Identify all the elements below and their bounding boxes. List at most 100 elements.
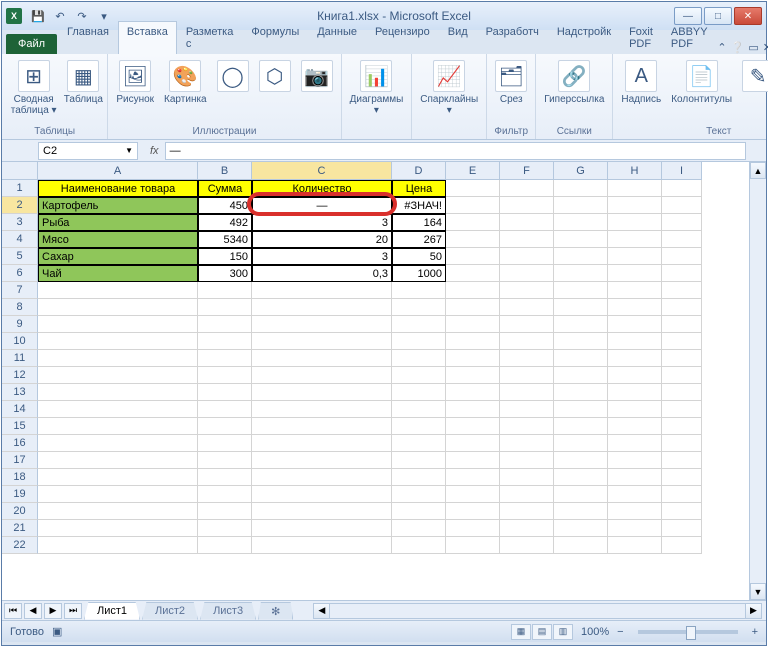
cell[interactable] <box>608 231 662 248</box>
cell[interactable] <box>608 469 662 486</box>
ribbon-tab[interactable]: Формулы <box>242 21 308 54</box>
row-header[interactable]: 17 <box>2 452 38 469</box>
cell[interactable] <box>38 486 198 503</box>
cell[interactable] <box>38 503 198 520</box>
normal-view-icon[interactable]: ▦ <box>511 624 531 640</box>
cell[interactable] <box>500 180 554 197</box>
cell[interactable] <box>662 248 702 265</box>
cell[interactable] <box>608 401 662 418</box>
ribbon-button[interactable]: AНадпись <box>619 58 663 107</box>
cell[interactable] <box>500 435 554 452</box>
cell[interactable] <box>662 299 702 316</box>
cell[interactable] <box>252 435 392 452</box>
cell[interactable] <box>446 367 500 384</box>
row-header[interactable]: 2 <box>2 197 38 214</box>
cell[interactable]: 5340 <box>198 231 252 248</box>
cell[interactable] <box>252 367 392 384</box>
ribbon-tab[interactable]: Данные <box>308 21 366 54</box>
column-header[interactable]: G <box>554 162 608 180</box>
cell[interactable] <box>446 537 500 554</box>
cell[interactable] <box>198 503 252 520</box>
cell[interactable]: — <box>252 197 392 214</box>
cell[interactable] <box>554 401 608 418</box>
cell[interactable] <box>554 418 608 435</box>
ribbon-button[interactable]: 📊Диаграммы ▾ <box>348 58 406 118</box>
cell[interactable] <box>608 282 662 299</box>
cell[interactable] <box>198 469 252 486</box>
close-button[interactable]: ✕ <box>734 7 762 25</box>
ribbon-button[interactable]: 🗂Срез <box>493 58 529 107</box>
cell[interactable] <box>446 401 500 418</box>
cell[interactable] <box>392 469 446 486</box>
cell[interactable]: Количество <box>252 180 392 197</box>
row-header[interactable]: 22 <box>2 537 38 554</box>
cell[interactable] <box>608 214 662 231</box>
cell[interactable] <box>252 350 392 367</box>
cell[interactable] <box>446 265 500 282</box>
cell[interactable] <box>554 282 608 299</box>
cell[interactable] <box>446 248 500 265</box>
ribbon-button[interactable]: ✎ <box>740 58 768 94</box>
ribbon-tab[interactable]: Разработч <box>477 21 548 54</box>
ribbon-button[interactable]: 🖼Рисунок <box>114 58 156 107</box>
cell[interactable]: #ЗНАЧ! <box>392 197 446 214</box>
sheet-tab[interactable]: Лист2 <box>142 602 198 620</box>
help-icon[interactable]: ❔ <box>731 41 745 54</box>
formula-input[interactable]: — <box>165 142 746 160</box>
cell[interactable] <box>662 265 702 282</box>
ribbon-button[interactable]: ◯ <box>215 58 251 94</box>
page-layout-view-icon[interactable]: ▤ <box>532 624 552 640</box>
ribbon-button[interactable]: 🎨Картинка <box>162 58 209 107</box>
file-tab[interactable]: Файл <box>6 34 57 54</box>
macro-record-icon[interactable]: ▣ <box>52 625 62 638</box>
cell[interactable]: 300 <box>198 265 252 282</box>
cell[interactable] <box>608 486 662 503</box>
cell[interactable] <box>198 435 252 452</box>
cell[interactable] <box>554 231 608 248</box>
horizontal-scrollbar[interactable]: ◀ ▶ <box>313 603 762 619</box>
cell[interactable] <box>500 299 554 316</box>
cell[interactable] <box>392 367 446 384</box>
cell[interactable] <box>252 469 392 486</box>
cell[interactable] <box>662 520 702 537</box>
cell[interactable] <box>38 435 198 452</box>
row-header[interactable]: 15 <box>2 418 38 435</box>
select-all-corner[interactable] <box>2 162 38 180</box>
cell[interactable]: 20 <box>252 231 392 248</box>
name-box[interactable]: C2 ▼ <box>38 142 138 160</box>
row-header[interactable]: 16 <box>2 435 38 452</box>
cell[interactable]: Сахар <box>38 248 198 265</box>
cell[interactable] <box>608 503 662 520</box>
cell[interactable] <box>554 486 608 503</box>
column-header[interactable]: D <box>392 162 446 180</box>
cell[interactable] <box>252 520 392 537</box>
cell[interactable] <box>500 197 554 214</box>
cell[interactable] <box>198 333 252 350</box>
cell[interactable] <box>252 452 392 469</box>
cell[interactable] <box>662 401 702 418</box>
cell[interactable] <box>662 333 702 350</box>
cell[interactable] <box>252 316 392 333</box>
sheet-nav-first-icon[interactable]: ⏮ <box>4 603 22 619</box>
cell[interactable] <box>446 180 500 197</box>
cell[interactable] <box>554 350 608 367</box>
cell[interactable] <box>198 537 252 554</box>
cell[interactable]: Картофель <box>38 197 198 214</box>
ribbon-tab[interactable]: Вид <box>439 21 477 54</box>
ribbon-tab[interactable]: Разметка с <box>177 21 243 54</box>
cell[interactable] <box>554 265 608 282</box>
cell[interactable] <box>38 350 198 367</box>
cell[interactable] <box>252 537 392 554</box>
row-header[interactable]: 7 <box>2 282 38 299</box>
cell[interactable] <box>38 537 198 554</box>
cell[interactable] <box>662 197 702 214</box>
row-header[interactable]: 20 <box>2 503 38 520</box>
cell[interactable] <box>608 299 662 316</box>
cell[interactable] <box>198 418 252 435</box>
sheet-nav-last-icon[interactable]: ⏭ <box>64 603 82 619</box>
cell[interactable]: 0,3 <box>252 265 392 282</box>
cell[interactable] <box>608 435 662 452</box>
column-header[interactable]: B <box>198 162 252 180</box>
cell[interactable] <box>446 350 500 367</box>
cell[interactable] <box>500 520 554 537</box>
